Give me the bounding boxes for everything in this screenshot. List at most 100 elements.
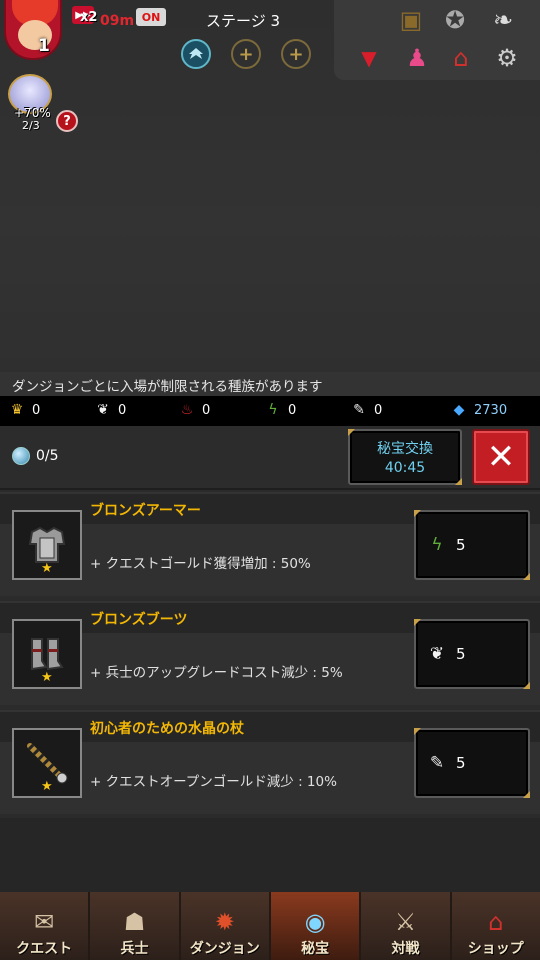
nav-tab-treasure[interactable]: ◉ 秘宝 [270,892,362,960]
treasure-name: 初心者のための水晶の杖 [90,721,244,737]
house-alert-icon[interactable]: ⌂ [444,42,478,74]
help-button[interactable]: ? [56,110,78,132]
soldier-icon: ☗ [123,908,146,936]
resource-meat: ♨ 0 [178,402,211,418]
resource-value: 0 [32,402,41,418]
nav-label: 秘宝 [301,941,330,957]
nav-label: クエスト [16,941,73,957]
meat-icon: ♨ [180,402,194,418]
treasure-cost: 5 [456,754,466,772]
star-icon: ★ [41,779,53,794]
gear-icon[interactable]: ⚙ [490,42,524,74]
empty-area [0,818,540,892]
frame-corner [523,791,530,798]
treasure-row: ★ ブロンズブーツ + 兵士のアップグレードコスト減少 : 5% ❦ 5 [0,601,540,705]
bottom-nav: ✉ クエスト ☗ 兵士 ✹ ダンジョン ◉ 秘宝 ⚔ 対戦 ⌂ ショップ [0,892,540,960]
exchange-label: 秘宝交換 [377,441,433,457]
boots-item-frame[interactable]: ★ [12,619,82,689]
treasure-row: ★ 初心者のための水晶の杖 + クエストオープンゴールド減少 : 10% ✎ 5 [0,710,540,814]
resource-value: 0 [202,402,211,418]
armor-item-frame[interactable]: ★ [12,510,82,580]
treasure-cost: 5 [456,645,466,663]
resource-crown: ♛ 0 [8,402,41,418]
game-hud: 1 ▶▶ x2 09m ON ステージ 3 + + ▣ ✪ ❧ ▼ ♟ ⌂ ⚙ … [0,0,540,372]
resource-diamond: ◆ 2730 [450,402,507,418]
dagger-icon: ✎ [353,402,365,418]
vine-icon: ϟ [268,402,278,418]
dagger-icon: ✎ [429,753,445,773]
hero-level: 1 [38,36,50,56]
frame-corner [414,728,421,735]
resource-bar: ♛ 0 ❦ 0 ♨ 0 ϟ 0 ✎ 0 ◆ 2730 [0,396,540,426]
auto-toggle[interactable]: ON [136,8,166,26]
nav-tab-dungeon[interactable]: ✹ ダンジョン [180,892,271,960]
frame-corner [455,478,462,485]
feather-icon: ❦ [97,402,109,418]
frame-corner [523,573,530,580]
nav-tab-battle[interactable]: ⚔ 対戦 [361,892,452,960]
nav-tab-shop[interactable]: ⌂ ショップ [451,892,540,960]
shop-icon: ⌂ [488,908,504,936]
nav-label: ショップ [467,941,524,957]
resource-value: 0 [374,402,383,418]
diamond-icon: ◆ [453,402,465,418]
dropdown-triangle-icon[interactable]: ▼ [352,42,386,74]
characters-icon[interactable]: ♟ [400,42,434,74]
treasure-cost: 5 [456,536,466,554]
staff-item-frame[interactable]: ★ [12,728,82,798]
resource-feather: ❦ 0 [94,402,126,418]
nav-tab-quest[interactable]: ✉ クエスト [0,892,91,960]
treasure-cost-button[interactable]: ✎ 5 [414,728,530,798]
angel-icon[interactable]: ✪ [438,4,472,36]
stage-title: ステージ 3 [206,12,281,30]
treasure-effect: + 兵士のアップグレードコスト減少 : 5% [90,665,343,681]
treasure-cost-button[interactable]: ❦ 5 [414,619,530,689]
orb-icon [12,447,30,465]
wing-icon[interactable]: ❧ [486,4,520,36]
frame-corner [348,429,355,436]
wings-icon [189,48,203,59]
star-icon: ★ [41,561,53,576]
mission-board-icon[interactable]: ▣ [394,4,428,36]
treasure-exchange-button[interactable]: 秘宝交換 40:45 [348,429,462,485]
resource-value: 2730 [474,402,508,418]
frame-corner [414,510,421,517]
treasure-effect: + クエストオープンゴールド減少 : 10% [90,774,337,790]
hero-portrait[interactable] [4,0,62,60]
orb-icon: ◉ [304,908,326,936]
pet-count: 2/3 [22,119,40,132]
frame-corner [414,619,421,626]
star-icon: ★ [41,670,53,685]
scroll-icon: ✉ [34,908,55,936]
collected-count: 0/5 [12,447,59,465]
treasure-name: ブロンズアーマー [90,503,201,519]
treasure-effect: + クエストゴールド獲得増加 : 50% [90,556,311,572]
resource-value: 0 [288,402,297,418]
nav-label: 対戦 [391,941,420,957]
crown-icon: ♛ [10,402,24,418]
resource-vine: ϟ 0 [264,402,296,418]
top-right-panel: ▣ ✪ ❧ ▼ ♟ ⌂ ⚙ [334,0,540,80]
feather-icon: ❦ [429,644,445,664]
swords-icon: ⚔ [394,908,417,936]
vine-icon: ϟ [431,535,443,555]
treasure-row: ★ ブロンズアーマー + クエストゴールド獲得増加 : 50% ϟ 5 [0,492,540,596]
exchange-timer: 40:45 [384,460,426,476]
nav-tab-soldier[interactable]: ☗ 兵士 [90,892,181,960]
pet-bonus: +70% [14,106,51,120]
skill-slot-empty-1[interactable]: + [231,39,261,69]
frame-corner [523,682,530,689]
speed-multiplier: x2 [80,10,98,25]
treasure-name: ブロンズブーツ [90,612,188,628]
collected-value: 0/5 [36,448,59,464]
treasure-cost-button[interactable]: ϟ 5 [414,510,530,580]
speed-timer: 09m [100,13,135,29]
dungeon-icon: ✹ [214,908,235,936]
skill-slot-active[interactable] [181,39,211,69]
resource-value: 0 [118,402,127,418]
skill-slot-empty-2[interactable]: + [281,39,311,69]
race-restriction-notice: ダンジョンごとに入場が制限される種族があります [0,372,540,396]
nav-label: ダンジョン [189,941,260,957]
close-button[interactable]: ✕ [472,429,530,485]
nav-label: 兵士 [120,941,149,957]
